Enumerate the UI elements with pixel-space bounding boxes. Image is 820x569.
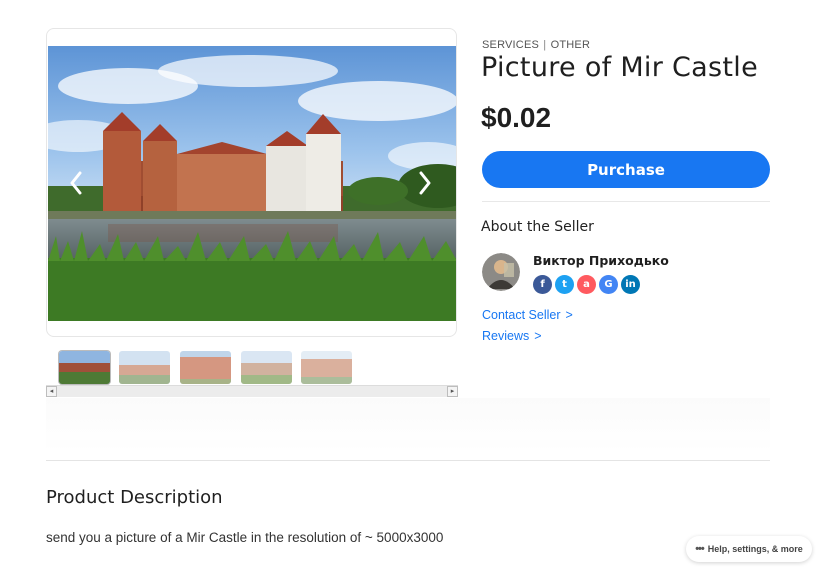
breadcrumb-separator: | [540,39,550,51]
facebook-icon[interactable]: f [533,275,552,294]
product-title: Picture of Mir Castle [481,52,758,83]
google-glyph: G [604,279,613,290]
subcategory-label[interactable]: OTHER [551,39,591,51]
description-heading: Product Description [46,487,223,508]
seller-social-links: f t a G in [533,275,640,294]
seller-name[interactable]: Виктор Приходько [533,253,669,268]
breadcrumb: SERVICES | OTHER [482,39,590,51]
reviews-link[interactable]: Reviews > [482,329,542,343]
divider [482,201,770,202]
google-icon[interactable]: G [599,275,618,294]
gallery-spacer [46,398,770,453]
chevron-right-icon [419,171,431,195]
category-label[interactable]: SERVICES [482,39,539,51]
airbnb-icon[interactable]: a [577,275,596,294]
airbnb-glyph: a [583,279,590,290]
about-seller-heading: About the Seller [481,219,594,235]
help-settings-label: Help, settings, & more [707,544,803,554]
product-price: $0.02 [481,102,552,133]
chevron-left-icon [70,171,82,195]
linkedin-icon[interactable]: in [621,275,640,294]
contact-seller-link[interactable]: Contact Seller > [482,308,573,322]
description-text: send you a picture of a Mir Castle in th… [46,530,444,545]
contact-seller-label: Contact Seller [482,308,561,322]
help-settings-button[interactable]: ••• Help, settings, & more [686,536,812,562]
thumbnail-1[interactable] [59,351,110,384]
thumbnail-5[interactable] [301,351,352,384]
chevron-right-icon: > [534,329,542,343]
scroll-right-button[interactable]: ▸ [447,386,458,397]
previous-image-button[interactable] [65,165,87,201]
more-dots-icon: ••• [695,543,705,555]
chevron-right-icon: > [565,308,573,322]
linkedin-glyph: in [625,279,636,290]
scroll-left-button[interactable]: ◂ [46,386,57,397]
thumbnail-2[interactable] [119,351,170,384]
facebook-glyph: f [540,279,545,290]
thumbnail-4[interactable] [241,351,292,384]
image-gallery [46,28,457,337]
thumbnail-scrollbar[interactable]: ◂ ▸ [46,385,458,397]
thumbnail-3[interactable] [180,351,231,384]
next-image-button[interactable] [414,165,436,201]
seller-avatar[interactable] [482,253,520,291]
purchase-button[interactable]: Purchase [482,151,770,188]
product-main-image[interactable] [48,46,456,321]
divider [46,460,770,461]
twitter-glyph: t [562,279,567,290]
thumbnail-strip [46,350,458,386]
twitter-icon[interactable]: t [555,275,574,294]
reviews-label: Reviews [482,329,530,343]
